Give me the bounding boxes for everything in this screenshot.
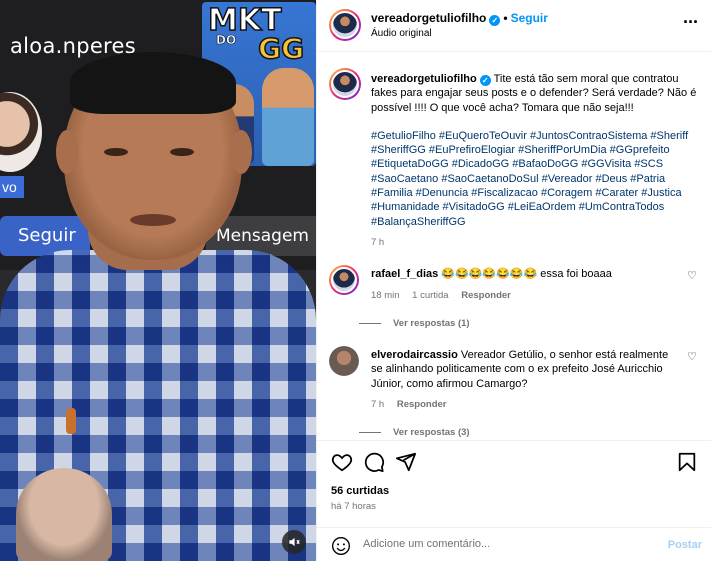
comment-body: 😂😂😂😂😂😂😂 essa foi boaaa	[441, 268, 612, 280]
caption-text-block: vereadorgetuliofilho ✓ Tite está tão sem …	[371, 72, 705, 229]
commenter-avatar[interactable]	[329, 346, 359, 376]
comment-like-heart-icon[interactable]: ♡	[687, 350, 697, 363]
caption-timestamp[interactable]: 7 h	[371, 237, 384, 248]
video-person-hair	[70, 52, 236, 114]
comment-reply-button[interactable]: Responder	[397, 399, 447, 410]
video-person-eye-left	[104, 148, 128, 156]
comment-reply-button[interactable]: Responder	[461, 290, 511, 301]
sticker-subtitle-main: GG	[257, 31, 305, 66]
author-username[interactable]: vereadorgetuliofilho	[371, 11, 486, 25]
post-side-panel: vereadorgetuliofilho ✓ • Seguir Áudio origi…	[316, 0, 711, 561]
post-video[interactable]: aloa.nperes vo Seguir Mensagem MKT DO GG	[0, 0, 316, 561]
sticker-subtitle-small: DO	[216, 33, 237, 48]
commenter-avatar[interactable]	[329, 265, 359, 295]
post-modal: aloa.nperes vo Seguir Mensagem MKT DOGG	[0, 0, 711, 561]
comment-meta: 18 min 1 curtida Responder	[371, 290, 521, 301]
caption-verified-badge-icon: ✓	[479, 75, 491, 86]
comment-time[interactable]: 7 h	[371, 399, 384, 410]
comment-username[interactable]: rafael_f_dias	[371, 268, 438, 280]
sticker-subtitle: DO GG	[216, 31, 305, 66]
muted-speaker-icon[interactable]	[282, 530, 306, 554]
caption-hashtags[interactable]: #GetulioFilho #EuQueroTeOuvir #JuntosCon…	[371, 129, 705, 229]
author-avatar-image	[331, 11, 359, 39]
emoji-icon[interactable]	[331, 536, 351, 556]
video-person-pin	[66, 408, 76, 434]
comment-text-block: elverodaircassio Vereador Getúlio, o sen…	[371, 348, 671, 391]
comment-meta: 7 h Responder	[371, 399, 456, 410]
likes-count[interactable]: 56 curtidas	[331, 485, 389, 497]
separator-dot: •	[503, 11, 508, 25]
video-inset-person	[16, 468, 112, 561]
more-horizontal-icon[interactable]: ···	[683, 12, 699, 33]
comment-likes[interactable]: 1 curtida	[412, 290, 448, 301]
video-person-ear-left	[56, 130, 78, 174]
verified-badge-icon: ✓	[489, 15, 501, 26]
post-action-bar	[317, 440, 711, 478]
comment-like-heart-icon[interactable]: ♡	[687, 269, 697, 282]
post-header: vereadorgetuliofilho ✓ • Seguir Áudio origi…	[317, 0, 711, 52]
video-person-mouth	[130, 214, 176, 226]
post-comment-button[interactable]: Postar	[668, 539, 702, 551]
comment-icon[interactable]	[363, 451, 385, 473]
video-person-ear-right	[230, 130, 252, 174]
sticker-figure-man	[262, 68, 314, 166]
view-replies-button[interactable]: Ver respostas (1)	[371, 318, 470, 329]
caption-author-avatar[interactable]	[329, 68, 361, 100]
add-comment-bar: Postar	[317, 527, 711, 561]
view-replies-button[interactable]: Ver respostas (3)	[371, 427, 470, 438]
commenter-avatar-image	[329, 346, 359, 376]
video-overlay-badge: vo	[0, 176, 24, 198]
comment-text-block: rafael_f_dias 😂😂😂😂😂😂😂 essa foi boaaa	[371, 267, 671, 281]
caption-username[interactable]: vereadorgetuliofilho	[371, 73, 477, 85]
original-audio-link[interactable]: Áudio original	[371, 28, 432, 39]
commenter-avatar-image	[331, 267, 357, 293]
video-person-eye-right	[170, 148, 194, 156]
bookmark-icon[interactable]	[676, 451, 698, 473]
comment-username[interactable]: elverodaircassio	[371, 349, 458, 361]
share-icon[interactable]	[395, 451, 417, 473]
post-date[interactable]: há 7 horas	[331, 501, 376, 512]
heart-icon[interactable]	[331, 451, 353, 473]
caption-author-avatar-image	[331, 70, 359, 98]
muted-speaker-glyph	[289, 537, 300, 547]
add-comment-input[interactable]	[363, 538, 643, 550]
comment-time[interactable]: 18 min	[371, 290, 400, 301]
author-avatar[interactable]	[329, 9, 361, 41]
author-line: vereadorgetuliofilho ✓ • Seguir	[371, 11, 548, 26]
follow-button[interactable]: Seguir	[511, 11, 548, 25]
